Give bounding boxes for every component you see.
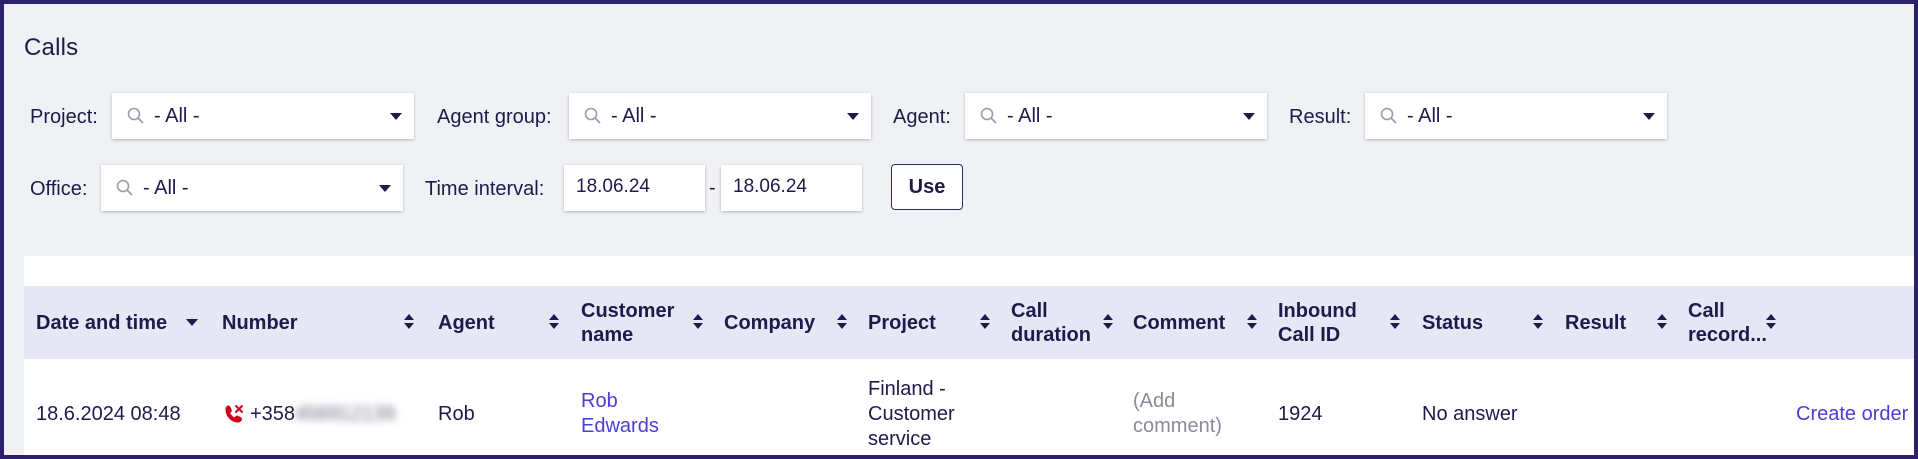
result-select[interactable]: - All -	[1365, 93, 1667, 139]
agent-group-select[interactable]: - All -	[569, 93, 871, 139]
time-interval-label: Time interval:	[425, 178, 545, 200]
sort-icon[interactable]	[1390, 314, 1400, 330]
search-icon	[116, 179, 133, 196]
sort-icon[interactable]	[980, 314, 990, 330]
agent-filter-label: Agent:	[893, 106, 951, 128]
customer-name-link[interactable]: Rob Edwards	[581, 359, 659, 455]
chevron-down-icon	[390, 113, 402, 120]
result-filter-label: Result:	[1289, 106, 1352, 128]
office-filter-label: Office:	[30, 178, 88, 200]
use-button[interactable]: Use	[891, 164, 963, 210]
cell-project: Finland - Customer service	[868, 377, 955, 450]
sort-icon[interactable]	[837, 314, 847, 330]
table-row: 18.6.2024 08:48 +358 456912139 Rob Rob Edw…	[24, 359, 1914, 455]
table-header: Date and time Number Agent Customer name…	[24, 286, 1914, 359]
office-select[interactable]: - All -	[101, 165, 403, 211]
agent-group-select-value: - All -	[611, 105, 657, 127]
chevron-down-icon	[1643, 113, 1655, 120]
sort-icon[interactable]	[693, 314, 703, 330]
cell-date-time: 18.6.2024 08:48	[36, 402, 181, 425]
column-company[interactable]: Company	[724, 286, 815, 359]
number-prefix: +358	[250, 402, 296, 425]
agent-group-filter-label: Agent group:	[437, 106, 552, 128]
cell-number[interactable]: +358 456912139	[222, 359, 395, 455]
search-icon	[584, 107, 601, 124]
cell-agent: Rob	[438, 402, 475, 425]
sort-icon[interactable]	[1103, 314, 1113, 330]
project-filter-label: Project:	[30, 106, 98, 128]
sort-icon[interactable]	[1247, 314, 1257, 330]
column-result[interactable]: Result	[1565, 286, 1626, 359]
column-call-duration[interactable]: Call duration	[1011, 286, 1091, 359]
result-select-value: - All -	[1407, 105, 1453, 127]
agent-select-value: - All -	[1007, 105, 1053, 127]
chevron-down-icon	[379, 185, 391, 192]
add-comment-link[interactable]: (Add comment)	[1133, 359, 1222, 455]
sort-icon[interactable]	[1533, 314, 1543, 330]
date-range-separator: -	[709, 177, 716, 199]
column-customer-name[interactable]: Customer name	[581, 286, 674, 359]
sort-icon[interactable]	[1657, 314, 1667, 330]
sort-descending-icon[interactable]	[186, 319, 198, 326]
sort-icon[interactable]	[404, 314, 414, 330]
search-icon	[127, 107, 144, 124]
date-to-input[interactable]: 18.06.24	[721, 165, 862, 211]
search-icon	[980, 107, 997, 124]
column-number[interactable]: Number	[222, 286, 298, 359]
search-icon	[1380, 107, 1397, 124]
calls-table: Date and time Number Agent Customer name…	[24, 256, 1914, 455]
number-masked: 456912139	[295, 402, 396, 425]
missed-call-icon	[225, 405, 243, 423]
cell-inbound-call-id: 1924	[1278, 402, 1323, 425]
column-call-recording[interactable]: Call record...	[1688, 286, 1767, 359]
chevron-down-icon	[847, 113, 859, 120]
column-status[interactable]: Status	[1422, 286, 1483, 359]
page-title: Calls	[24, 34, 79, 61]
cell-status: No answer	[1422, 402, 1518, 425]
calls-page: Calls Project: - All - Agent group: - Al…	[4, 4, 1914, 455]
column-comment[interactable]: Comment	[1133, 286, 1225, 359]
project-select-value: - All -	[154, 105, 200, 127]
chevron-down-icon	[1243, 113, 1255, 120]
column-inbound-call-id[interactable]: Inbound Call ID	[1278, 286, 1357, 359]
office-select-value: - All -	[143, 177, 189, 199]
column-project[interactable]: Project	[868, 286, 936, 359]
column-date-time[interactable]: Date and time	[36, 286, 167, 359]
agent-select[interactable]: - All -	[965, 93, 1267, 139]
date-from-input[interactable]: 18.06.24	[564, 165, 705, 211]
create-order-link[interactable]: Create order	[1796, 359, 1908, 455]
sort-icon[interactable]	[1766, 314, 1776, 330]
project-select[interactable]: - All -	[112, 93, 414, 139]
sort-icon[interactable]	[549, 314, 559, 330]
column-agent[interactable]: Agent	[438, 286, 495, 359]
